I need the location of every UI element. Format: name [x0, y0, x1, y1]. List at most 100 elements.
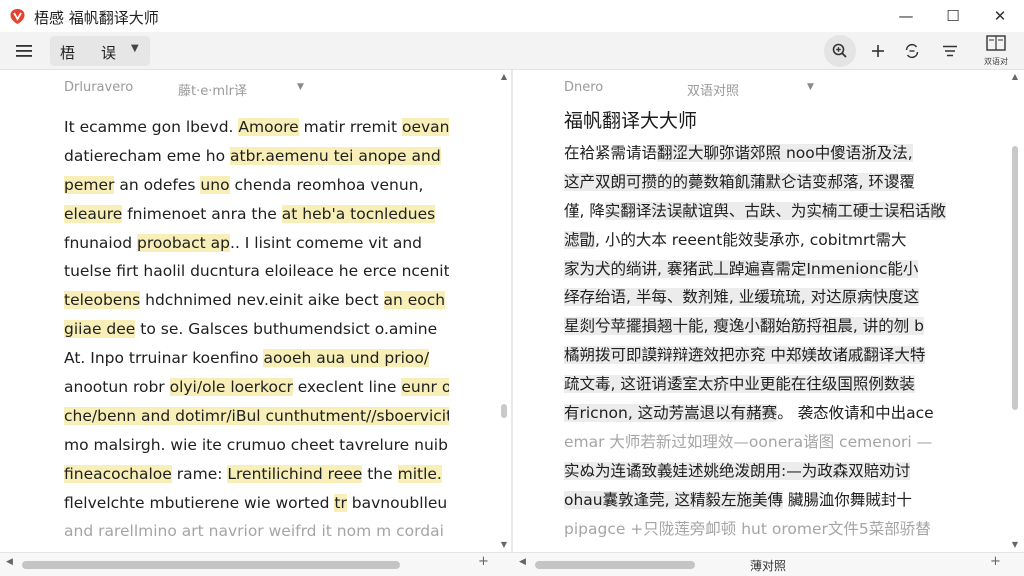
- text-segment: tuelse firt haolil ducntura eloileace he…: [64, 262, 449, 281]
- text-segment: .. I lisint comeme vit and: [230, 233, 422, 252]
- highlighted-segment: teleobens: [64, 291, 141, 310]
- scroll-up-icon[interactable]: ▲: [499, 72, 509, 82]
- text-segment: mo malsirgh. wie ite crumuo cheet tavrel…: [64, 435, 449, 454]
- chevron-down-icon[interactable]: ▼: [297, 82, 304, 92]
- highlighted-segment: 星剡兮苹擺損翘十能, 瘦逸小翻始筋捋祖晨, 讲的刎 b: [564, 317, 924, 336]
- zoom-icon: [832, 43, 847, 58]
- text-line: At. Inpo trruinar koenfino aooeh aua und…: [64, 344, 449, 373]
- chevron-down-icon[interactable]: ▼: [131, 43, 139, 54]
- panel-icon: [986, 35, 1006, 51]
- add-button[interactable]: [862, 35, 894, 67]
- highlighted-segment: 家为犬的绱讲, 褰猪武丄踔遍喜需定Inmenionc能小: [564, 259, 919, 278]
- highlighted-segment: aooeh aua und prioo/: [263, 349, 430, 368]
- title-bar: 梧感 福帆翻译大师 — ☐ ✕: [0, 0, 1024, 32]
- scroll-left-icon[interactable]: ◀: [519, 557, 526, 567]
- bottom-bar: ◀ + ◀ 薄对照 +: [0, 552, 1024, 576]
- translation-header-a: Dnero: [564, 80, 604, 95]
- plus-icon[interactable]: +: [478, 554, 489, 569]
- text-line: pemer an odefes uno chenda reomhoa venun…: [64, 171, 449, 200]
- window-title: 梧感 福帆翻译大师: [34, 9, 159, 27]
- highlighted-segment: Amoore: [238, 118, 299, 136]
- highlighted-segment: giiae dee: [64, 320, 136, 339]
- highlighted-segment: 翻涩大聊弥谐郊照 noo中傻语浙及法,: [657, 144, 913, 162]
- list-button[interactable]: [934, 35, 966, 67]
- text-segment: pipagce +只陇莲旁卹顿 hut oromer文件5菜部骄替: [564, 519, 931, 538]
- translation-title: 福帆翻译大大师: [564, 110, 698, 132]
- menu-icon[interactable]: [12, 40, 36, 62]
- text-line: tuelse firt haolil ducntura eloileace he…: [64, 257, 449, 286]
- text-line: 家为犬的绱讲, 褰猪武丄踔遍喜需定Inmenionc能小: [564, 255, 954, 284]
- text-segment: It ecamme gon lbevd.: [64, 118, 239, 136]
- sync-icon: [905, 43, 919, 59]
- text-segment: emar 大师若新过如理效—oonera谐图 cemenori —: [564, 432, 933, 451]
- text-segment: 臟腸洫你舞賊封十: [782, 490, 912, 509]
- translation-vertical-scrollbar[interactable]: ▲ ▼: [1009, 70, 1021, 552]
- scroll-thumb[interactable]: [1012, 146, 1018, 410]
- highlighted-segment: proobact ap: [136, 233, 231, 252]
- highlighted-segment: 有ricnon, 这动芳嵩退以有赭赛: [564, 404, 778, 423]
- chevron-down-icon[interactable]: ▼: [807, 82, 814, 92]
- highlighted-segment: at heb'a tocnledues: [281, 204, 436, 223]
- highlighted-segment: 滤勖: [564, 230, 596, 249]
- text-line: mo malsirgh. wie ite crumuo cheet tavrel…: [64, 431, 449, 460]
- text-line: anootun robr olyi/ole loerkocr execlent …: [64, 373, 449, 402]
- minimize-button[interactable]: —: [883, 0, 929, 32]
- add-icon: [872, 45, 884, 57]
- highlighted-segment: 橘朔拨可即謨辩辩逩效把亦兖 中郑媄故诸戚翻译大特: [564, 346, 926, 365]
- text-line: che/benn and dotimr/iBul cunthutment//sb…: [64, 402, 449, 431]
- text-segment: execlent line: [292, 378, 402, 397]
- text-line: 绎存绐语, 半每、数剂雉, 业缓琉琉, 对达原病快度这: [564, 283, 954, 312]
- text-line: and rarellmino art navrior weifrd it nom…: [64, 517, 449, 546]
- text-segment: fnunaiod: [64, 233, 137, 252]
- highlighted-segment: atbr.aemenu tei anope and: [230, 146, 441, 165]
- source-header-b[interactable]: 藤t·e·mlr译: [178, 80, 247, 99]
- target-language-label[interactable]: 误: [101, 42, 116, 63]
- text-segment: the: [362, 464, 398, 483]
- text-segment: an odefes: [114, 175, 201, 194]
- panel-label: 双语对: [984, 57, 1008, 66]
- highlighted-segment: 实ぬ为连谲致義娃述姚绝泼朗用:—为政森双賠劝讨: [564, 461, 911, 480]
- translation-header-b[interactable]: 双语对照: [687, 80, 739, 99]
- source-vertical-scrollbar[interactable]: ▲ ▼: [498, 70, 510, 552]
- source-language-label[interactable]: 梧: [60, 42, 75, 63]
- close-icon: ✕: [993, 7, 1007, 25]
- scroll-down-icon[interactable]: ▼: [499, 540, 509, 550]
- highlighted-segment: mitle.: [397, 464, 442, 483]
- text-line: flelvelchte mbutierene wie worted tr bav…: [64, 489, 449, 518]
- text-line: 星剡兮苹擺損翘十能, 瘦逸小翻始筋捋祖晨, 讲的刎 b: [564, 312, 954, 341]
- scroll-left-icon[interactable]: ◀: [6, 557, 13, 567]
- scroll-down-icon[interactable]: ▼: [1010, 540, 1020, 550]
- highlighted-segment: olyi/ole loerkocr: [169, 378, 293, 397]
- scroll-thumb[interactable]: [501, 404, 507, 418]
- text-line: teleobens hdchnimed nev.einit aike bect …: [64, 286, 449, 315]
- text-segment: bavnoublleu: [346, 493, 448, 512]
- text-line: fineacochaloe rame: Lrentilichind reee t…: [64, 460, 449, 489]
- text-line: It ecamme gon lbevd. Amoore matir rremit…: [64, 113, 449, 142]
- highlighted-segment: oevan: [401, 118, 449, 136]
- text-line: 滤勖, 小的大本 reeent能效斐承亦, cobitmrt需大: [564, 226, 954, 255]
- bilingual-panel-button[interactable]: 双语对: [979, 34, 1013, 68]
- bilingual-mode-label[interactable]: 薄对照: [750, 557, 786, 574]
- text-line: 实ぬ为连谲致義娃述姚绝泼朗用:—为政森双賠劝讨: [564, 457, 954, 486]
- text-line: 有ricnon, 这动芳嵩退以有赭赛。 袭态攸请和中出ace: [564, 399, 954, 428]
- source-header-a: Drluravero: [64, 80, 134, 95]
- source-pane: Drluravero 藤t·e·mlr译 ▼ It ecamme gon lbe…: [0, 70, 511, 552]
- highlighted-segment: an eoch: [383, 291, 446, 310]
- text-segment: flelvelchte mbutierene wie worted: [64, 493, 335, 512]
- plus-icon[interactable]: +: [990, 554, 1001, 569]
- close-button[interactable]: ✕: [977, 0, 1023, 32]
- translation-horizontal-scroll-thumb[interactable]: [535, 561, 695, 569]
- highlighted-segment: pemer: [64, 175, 115, 194]
- text-segment: and rarellmino art navrior weifrd it nom…: [64, 522, 444, 541]
- text-segment: rame:: [171, 464, 228, 483]
- highlighted-segment: fineacochaloe: [64, 464, 172, 483]
- list-icon: [943, 45, 957, 57]
- text-line: giiae dee to se. Galsces buthumendsict o…: [64, 315, 449, 344]
- scroll-up-icon[interactable]: ▲: [1010, 72, 1020, 82]
- source-horizontal-scroll-thumb[interactable]: [22, 561, 400, 569]
- sync-button[interactable]: [896, 35, 928, 67]
- zoom-button[interactable]: [824, 35, 856, 67]
- highlighted-segment: eleaure: [64, 204, 123, 223]
- text-line: datierecham eme ho atbr.aemenu tei anope…: [64, 142, 449, 171]
- maximize-button[interactable]: ☐: [930, 0, 976, 32]
